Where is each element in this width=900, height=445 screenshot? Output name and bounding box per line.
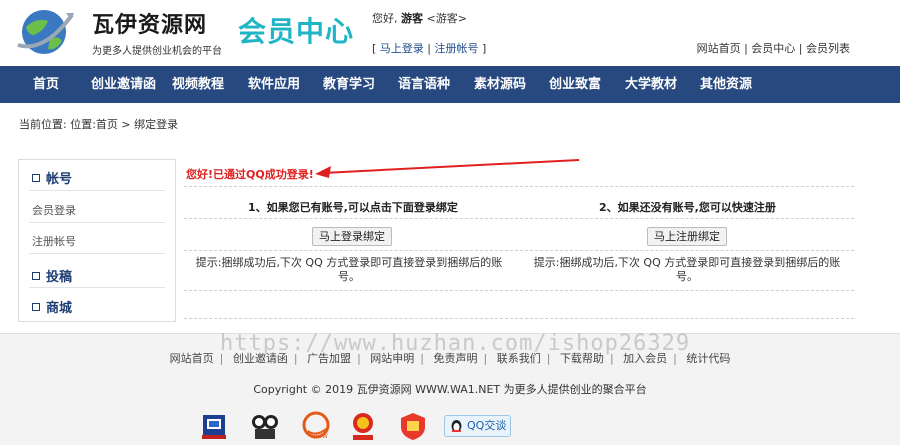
bind-register-button[interactable]: 马上注册绑定 [647, 227, 727, 246]
nav-item-language[interactable]: 语言语种 [398, 66, 450, 103]
top-link-home[interactable]: 网站首页 [697, 42, 741, 55]
top-link-member-list[interactable]: 会员列表 [806, 42, 850, 55]
nav-item-other[interactable]: 其他资源 [700, 66, 752, 103]
site-footer: 网站首页 | 创业邀请函 | 广告加盟 | 网站申明 | 免责声明 | 联系我们 | 下载帮… [0, 333, 900, 445]
top-link-member-center[interactable]: 会员中心 [751, 42, 795, 55]
breadcrumb: 当前位置: 位置:首页 > 绑定登录 [19, 118, 179, 131]
site-name[interactable]: 瓦伊资源网 [92, 7, 207, 39]
user-name: 游客 [401, 12, 423, 25]
nav-item-invitation[interactable]: 创业邀请函 [91, 66, 156, 103]
login-links: [ 马上登录 | 注册帐号 ] [372, 42, 487, 55]
dashed-divider [184, 186, 854, 187]
dashed-divider [184, 290, 854, 291]
footer-link-home[interactable]: 网站首页 [170, 352, 214, 365]
dashed-divider [184, 250, 854, 251]
qq-chat-label: QQ交谈 [467, 419, 507, 432]
qq-chat-button[interactable]: QQ交谈 [444, 415, 511, 437]
nav-item-materials[interactable]: 素材源码 [474, 66, 526, 103]
footer-link-disclaimer[interactable]: 免责声明 [434, 352, 478, 365]
sidebar-divider [29, 222, 165, 223]
square-bullet-icon [32, 174, 40, 182]
footer-link-stats[interactable]: 统计代码 [686, 352, 730, 365]
bind-login-tip: 提示:捆绑成功后,下次 QQ 方式登录即可直接登录到捆绑后的账号。 [195, 256, 503, 283]
login-link[interactable]: 马上登录 [380, 42, 424, 55]
nav-item-wealth[interactable]: 创业致富 [549, 66, 601, 103]
sidebar: 帐号 会员登录 注册帐号 投稿 商城 [18, 159, 176, 322]
sidebar-head-account[interactable]: 帐号 [32, 168, 72, 187]
nav-item-software[interactable]: 软件应用 [248, 66, 300, 103]
bind-register-tip: 提示:捆绑成功后,下次 QQ 方式登录即可直接登录到捆绑后的账号。 [533, 256, 841, 283]
footer-link-download-help[interactable]: 下载帮助 [560, 352, 604, 365]
square-bullet-icon [32, 303, 40, 311]
qq-penguin-icon [451, 420, 462, 432]
police-badge-icon[interactable] [200, 411, 228, 441]
copyright: Copyright © 2019 瓦伊资源网 WWW.WA1.NET 为更多人提… [253, 383, 647, 396]
nav-item-home[interactable]: 首页 [33, 66, 59, 103]
sidebar-item-register[interactable]: 注册帐号 [32, 233, 76, 249]
qiuw-icon[interactable]: QIUW [298, 411, 334, 441]
dashed-divider [184, 218, 854, 219]
globe-logo-icon[interactable] [14, 5, 76, 57]
footer-link-advertise[interactable]: 广告加盟 [307, 352, 351, 365]
cyber-police-icon[interactable] [249, 411, 281, 441]
nav-item-video[interactable]: 视频教程 [172, 66, 224, 103]
sidebar-divider [29, 253, 165, 254]
sidebar-item-member-login[interactable]: 会员登录 [32, 202, 76, 218]
sidebar-head-shop-label: 商城 [46, 301, 73, 316]
dashed-divider [184, 318, 854, 319]
sidebar-divider [29, 287, 165, 288]
footer-link-join[interactable]: 加入会员 [623, 352, 667, 365]
member-center-title: 会员中心 [238, 15, 355, 48]
site-header: 瓦伊资源网 为更多人提供创业机会的平台 会员中心 您好, 游客 <游客> [ 马… [0, 0, 900, 66]
bind-login-button[interactable]: 马上登录绑定 [312, 227, 392, 246]
success-message: 您好!已通过QQ成功登录! [186, 168, 314, 181]
security-badge-icon[interactable] [399, 411, 427, 441]
sidebar-head-contribute-label: 投稿 [46, 270, 73, 285]
greeting-prefix: 您好, [372, 12, 398, 25]
main-nav: 首页 创业邀请函 视频教程 软件应用 教育学习 语言语种 素材源码 创业致富 大… [0, 66, 900, 103]
square-bullet-icon [32, 272, 40, 280]
svg-text:QIUW: QIUW [311, 433, 328, 440]
top-right-links: 网站首页 | 会员中心 | 会员列表 [696, 42, 850, 55]
site-slogan: 为更多人提供创业机会的平台 [92, 46, 222, 57]
sidebar-divider [29, 190, 165, 191]
footer-links: 网站首页 | 创业邀请函 | 广告加盟 | 网站申明 | 免责声明 | 联系我们 | 下载帮… [169, 352, 731, 365]
bind-login-title: 1、如果您已有账号,可以点击下面登录绑定 [248, 201, 458, 214]
red-arrow-icon [315, 159, 580, 178]
sidebar-head-contribute[interactable]: 投稿 [32, 266, 72, 285]
user-role: <游客> [426, 12, 467, 25]
nav-item-textbooks[interactable]: 大学教材 [625, 66, 677, 103]
footer-link-contact[interactable]: 联系我们 [497, 352, 541, 365]
bind-register-title: 2、如果还没有账号,您可以快速注册 [599, 201, 776, 214]
register-link[interactable]: 注册帐号 [435, 42, 479, 55]
footer-link-invitation[interactable]: 创业邀请函 [233, 352, 288, 365]
greeting: 您好, 游客 <游客> [372, 10, 467, 26]
sidebar-head-account-label: 帐号 [46, 172, 73, 187]
footer-link-statement[interactable]: 网站申明 [370, 352, 414, 365]
gov-emblem-icon[interactable] [349, 411, 377, 441]
nav-item-education[interactable]: 教育学习 [323, 66, 375, 103]
sidebar-head-shop[interactable]: 商城 [32, 297, 72, 316]
